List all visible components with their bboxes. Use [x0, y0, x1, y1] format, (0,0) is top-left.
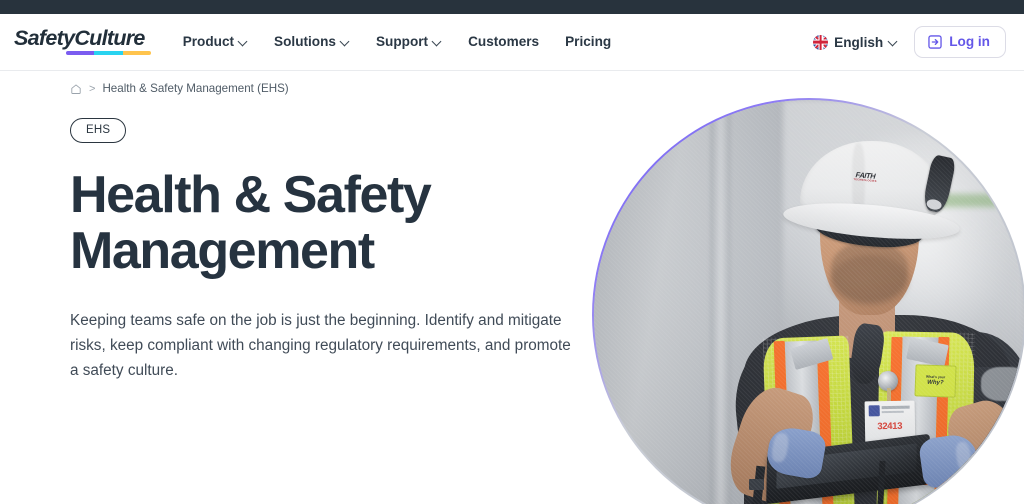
id-badge-line [881, 405, 910, 410]
id-badge-logo [868, 405, 880, 418]
login-button-label: Log in [949, 34, 990, 50]
nav-item-solutions[interactable]: Solutions [274, 35, 350, 49]
breadcrumb: > Health & Safety Management (EHS) [70, 83, 289, 95]
hero-content: EHS Health & Safety Management Keeping t… [70, 118, 590, 384]
header-actions: English Log in [813, 26, 1006, 58]
patch-line-2: Why? [926, 379, 944, 386]
top-accent-bar [0, 0, 1024, 14]
page-root: SafetyCulture Product Solutions Support … [0, 0, 1024, 504]
worker-jaw-shadow [830, 254, 909, 307]
logo-underline [66, 51, 151, 55]
page-title: Health & Safety Management [70, 166, 432, 281]
primary-nav: Product Solutions Support Customers Pric… [183, 35, 612, 49]
nav-item-support[interactable]: Support [376, 35, 442, 49]
nav-item-label: Customers [468, 34, 540, 50]
site-logo-text: SafetyCulture [14, 25, 145, 50]
nav-item-label: Solutions [274, 34, 336, 50]
vest-pocket-patch: What's your Why? [913, 363, 957, 398]
site-logo[interactable]: SafetyCulture [14, 25, 151, 57]
nav-item-label: Support [375, 34, 429, 50]
chevron-down-icon [239, 37, 248, 46]
background-post [709, 99, 732, 504]
breadcrumb-current[interactable]: Health & Safety Management (EHS) [102, 83, 288, 95]
chevron-down-icon [889, 37, 898, 46]
hard-hat-sublogo: TECHNOLOGIES [853, 178, 877, 184]
hero-photo: FAITH TECHNOLOGIES What's your Why? 3241… [593, 99, 1024, 504]
hero-image-circle: FAITH TECHNOLOGIES What's your Why? 3241… [592, 98, 1024, 504]
nav-item-label: Product [182, 34, 235, 50]
login-arrow-icon [928, 35, 942, 49]
nav-item-product[interactable]: Product [183, 35, 248, 49]
chevron-down-icon [341, 37, 350, 46]
tablet-buckle [748, 478, 765, 490]
worker-photo-illustration: FAITH TECHNOLOGIES What's your Why? 3241… [593, 99, 1024, 504]
login-button[interactable]: Log in [914, 26, 1006, 58]
status-badge[interactable]: EHS [70, 118, 127, 143]
uk-flag-icon [813, 34, 829, 50]
language-selector[interactable]: English [813, 34, 898, 50]
page-subtitle: Keeping teams safe on the job is just th… [70, 312, 571, 379]
id-badge-line [881, 410, 904, 414]
id-badge-number: 32413 [877, 420, 903, 433]
nav-item-pricing[interactable]: Pricing [565, 35, 611, 49]
chevron-down-icon [433, 37, 442, 46]
nav-item-customers[interactable]: Customers [468, 35, 539, 49]
worker-sleeve-trim [981, 366, 1024, 402]
language-label: English [834, 34, 884, 50]
site-header: SafetyCulture Product Solutions Support … [0, 14, 1024, 71]
breadcrumb-separator: > [89, 82, 96, 95]
home-icon[interactable] [70, 83, 82, 95]
nav-item-label: Pricing [565, 34, 612, 50]
